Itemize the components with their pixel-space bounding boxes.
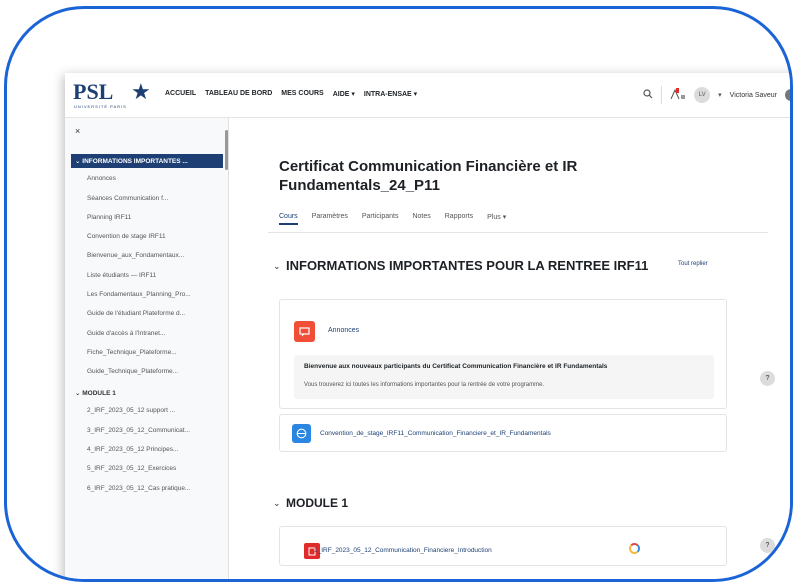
user-name[interactable]: Victoria Saveur bbox=[730, 92, 777, 99]
nav-intra-ensae[interactable]: INTRA-ENSAE ▾ bbox=[364, 90, 417, 98]
tab-notes[interactable]: Notes bbox=[412, 213, 430, 225]
sidebar-item[interactable]: 6_IRF_2023_05_12_Cas pratique... bbox=[87, 485, 217, 492]
sidebar-item[interactable]: Planning IRF11 bbox=[87, 214, 217, 221]
logo-subtitle: UNIVERSITÉ PARIS bbox=[74, 104, 127, 109]
sidebar-item[interactable]: Guide de l'étudiant Plateforme d... bbox=[87, 310, 217, 317]
page-title: Certificat Communication Financière et I… bbox=[279, 158, 578, 194]
user-avatar-icon[interactable] bbox=[785, 89, 790, 101]
help-button[interactable]: ? bbox=[760, 538, 775, 553]
sidebar-section-informations[interactable]: ⌄ INFORMATIONS IMPORTANTES ... bbox=[71, 154, 223, 168]
tab-participants[interactable]: Participants bbox=[362, 213, 399, 225]
nav-separator bbox=[661, 86, 663, 104]
sidebar-item[interactable]: Guide_Technique_Plateforme... bbox=[87, 368, 217, 375]
announcement-box: Bienvenue aux nouveaux participants du C… bbox=[294, 355, 714, 399]
logo-star-icon: ★ bbox=[131, 79, 151, 104]
avatar[interactable]: LV bbox=[694, 87, 711, 103]
primary-nav: ACCUEIL TABLEAU DE BORD MES COURS AIDE ▾… bbox=[165, 90, 417, 98]
pdf-link[interactable]: 1_IRF_2023_05_12_Communication_Financier… bbox=[314, 547, 492, 554]
sidebar-section-label: MODULE 1 bbox=[82, 389, 116, 397]
activity-card-pdf bbox=[279, 526, 727, 566]
nav-aide[interactable]: AIDE ▾ bbox=[333, 90, 355, 98]
sidebar-item[interactable]: Annonces bbox=[87, 175, 217, 182]
bell-icon[interactable] bbox=[670, 87, 686, 103]
collapse-all-link[interactable]: Tout replier bbox=[678, 261, 708, 267]
tab-rapports[interactable]: Rapports bbox=[445, 213, 473, 225]
close-icon[interactable]: × bbox=[75, 126, 80, 136]
url-link[interactable]: Convention_de_stage_IRF11_Communication_… bbox=[320, 430, 551, 437]
logo-text: PSL bbox=[73, 79, 114, 104]
nav-mes-cours[interactable]: MES COURS bbox=[281, 90, 323, 98]
sidebar-item[interactable]: Bienvenue_aux_Fondamentaux... bbox=[87, 252, 217, 259]
nav-tableau-de-bord[interactable]: TABLEAU DE BORD bbox=[205, 90, 272, 98]
tab-parametres[interactable]: Paramètres bbox=[312, 213, 348, 225]
sidebar-item[interactable]: 5_IRF_2023_05_12_Exercices bbox=[87, 465, 217, 472]
psl-logo[interactable]: PSL ★ UNIVERSITÉ PARIS bbox=[73, 79, 157, 111]
course-tabs: Cours Paramètres Participants Notes Rapp… bbox=[279, 213, 506, 225]
activity-card-forum: Annonces Bienvenue aux nouveaux particip… bbox=[279, 299, 727, 409]
browser-screen: PSL ★ UNIVERSITÉ PARIS ACCUEIL TABLEAU D… bbox=[65, 73, 790, 579]
tabs-divider bbox=[268, 232, 768, 233]
chevron-down-icon[interactable]: ▾ bbox=[718, 91, 722, 99]
chevron-down-icon: ⌄ bbox=[75, 158, 83, 165]
course-main-content: Certificat Communication Financière et I… bbox=[230, 118, 790, 579]
sidebar-scrollbar[interactable] bbox=[225, 130, 228, 170]
sidebar-section-label: INFORMATIONS IMPORTANTES ... bbox=[82, 157, 188, 165]
nav-accueil[interactable]: ACCUEIL bbox=[165, 90, 196, 98]
sidebar-item[interactable]: Convention de stage IRF11 bbox=[87, 233, 217, 240]
sidebar-item[interactable]: 2_IRF_2023_05_12 support ... bbox=[87, 407, 217, 414]
forum-icon bbox=[294, 321, 315, 342]
sidebar-item[interactable]: Guide d'accès à l'Intranet... bbox=[87, 330, 217, 337]
search-icon[interactable] bbox=[643, 88, 653, 102]
forum-link[interactable]: Annonces bbox=[328, 327, 359, 334]
sidebar-item[interactable]: 3_IRF_2023_05_12_Communicat... bbox=[87, 427, 217, 434]
chevron-down-icon: ⌄ bbox=[75, 390, 83, 397]
announcement-text: Vous trouverez ici toutes les informatio… bbox=[304, 382, 545, 388]
loading-spinner-icon bbox=[629, 543, 640, 554]
top-navbar: PSL ★ UNIVERSITÉ PARIS ACCUEIL TABLEAU D… bbox=[65, 73, 790, 118]
url-icon bbox=[292, 424, 311, 443]
tab-plus[interactable]: Plus ▾ bbox=[487, 213, 506, 225]
chevron-down-icon[interactable]: ⌄ bbox=[273, 498, 281, 509]
section-title[interactable]: MODULE 1 bbox=[286, 496, 348, 510]
help-button[interactable]: ? bbox=[760, 371, 775, 386]
sidebar-item[interactable]: Séances Communication f... bbox=[87, 195, 217, 202]
sidebar-section-module-1[interactable]: ⌄ MODULE 1 bbox=[71, 386, 223, 400]
sidebar-item[interactable]: Les Fondamentaux_Planning_Pro... bbox=[87, 291, 217, 298]
sidebar-item[interactable]: Liste étudiants — IRF11 bbox=[87, 272, 217, 279]
tab-cours[interactable]: Cours bbox=[279, 213, 298, 225]
sidebar-item[interactable]: Fiche_Technique_Plateforme... bbox=[87, 349, 217, 356]
activity-card-url: Convention_de_stage_IRF11_Communication_… bbox=[279, 414, 727, 452]
chevron-down-icon[interactable]: ⌄ bbox=[273, 261, 281, 272]
rounded-frame: PSL ★ UNIVERSITÉ PARIS ACCUEIL TABLEAU D… bbox=[4, 6, 793, 582]
announcement-title: Bienvenue aux nouveaux participants du C… bbox=[304, 363, 608, 370]
course-index-sidebar: × ⌄ INFORMATIONS IMPORTANTES ... Annonce… bbox=[65, 118, 229, 579]
section-title[interactable]: INFORMATIONS IMPORTANTES POUR LA RENTREE… bbox=[286, 258, 666, 274]
sidebar-item[interactable]: 4_IRF_2023_05_12 Principes... bbox=[87, 446, 217, 453]
user-menu-area: LV ▾ Victoria Saveur bbox=[643, 85, 790, 105]
